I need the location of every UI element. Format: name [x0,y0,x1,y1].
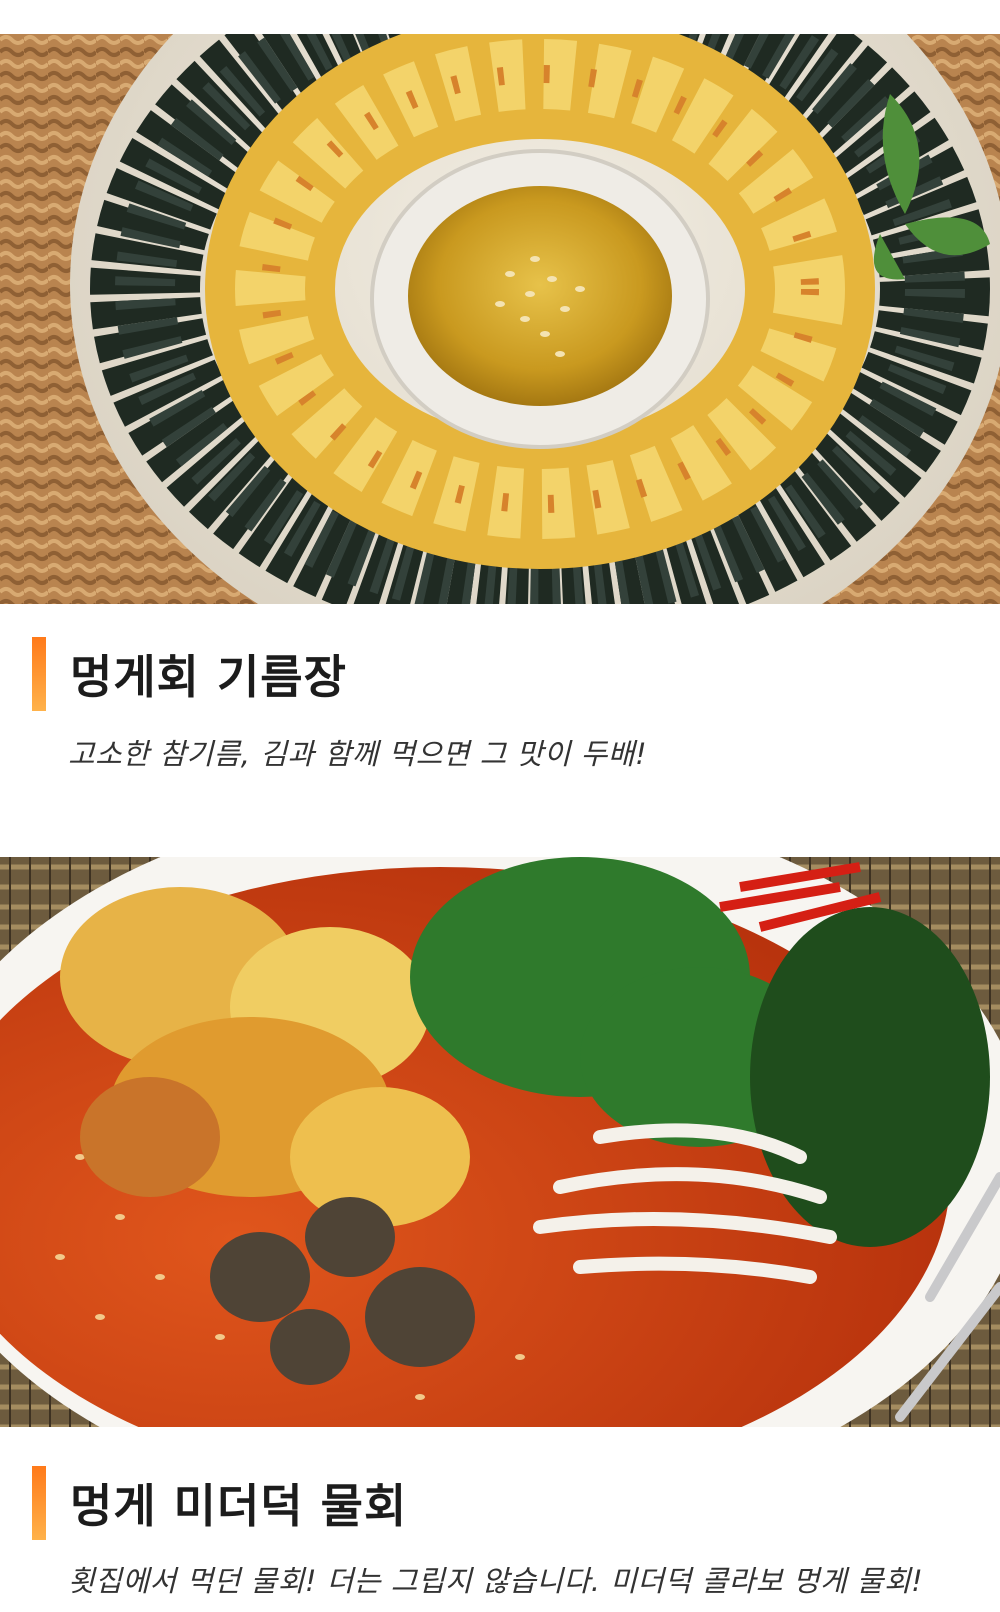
seasquirt-mulhoe-illustration [0,857,1000,1427]
section-heading-1: 멍게회 기름장 [32,637,347,711]
accent-bar [32,637,46,711]
section-subtitle: 고소한 참기름, 김과 함께 먹으면 그 맛이 두배! [68,737,648,771]
seasquirt-oil-dish-illustration [0,34,1000,604]
seasquirt-oil-dish-photo [0,34,1000,604]
section-subtitle: 횟집에서 먹던 물회! 더는 그립지 않습니다. 미더덕 콜라보 멍게 물회! [68,1564,924,1598]
section-heading-2: 멍게 미더덕 물회 [32,1466,407,1540]
accent-bar [32,1466,46,1540]
section-title: 멍게회 기름장 [70,650,347,704]
section-title: 멍게 미더덕 물회 [70,1479,408,1533]
seasquirt-mulhoe-photo [0,857,1000,1427]
